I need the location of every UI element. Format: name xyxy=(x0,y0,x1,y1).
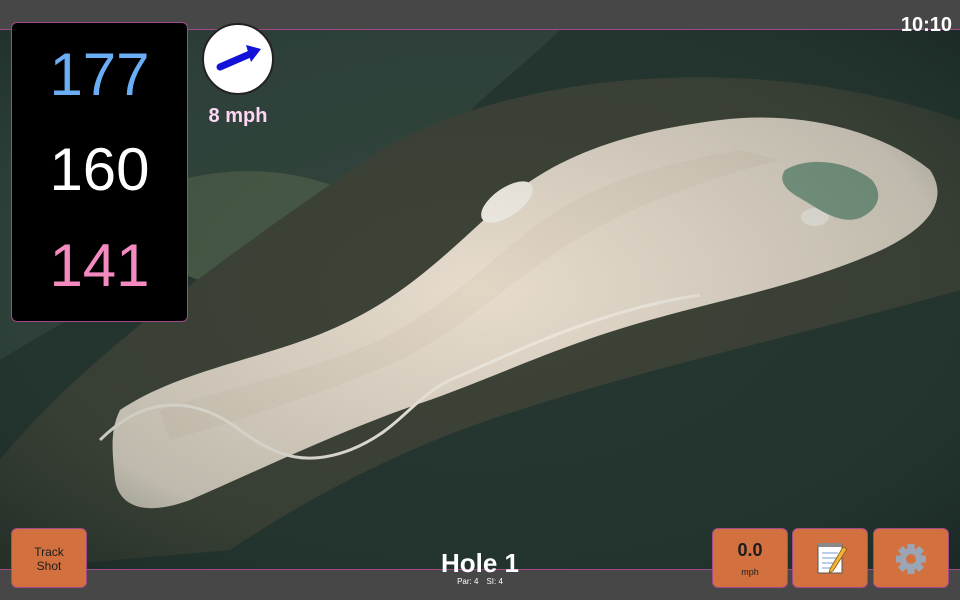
speed-button[interactable]: 0.0 mph xyxy=(712,528,788,588)
wind-speed: 8 mph xyxy=(208,105,268,127)
track-shot-button[interactable]: Track Shot xyxy=(11,528,87,588)
notes-button[interactable] xyxy=(792,528,868,588)
wind-indicator xyxy=(202,23,274,95)
hole-title: Hole 1 xyxy=(440,548,520,578)
speed-value: 0.0 xyxy=(737,540,763,560)
middle-distance: 160 xyxy=(49,136,150,203)
distance-panel: 177 160 141 xyxy=(11,22,188,322)
si-label: SI: 4 xyxy=(486,577,503,586)
speed-unit: mph xyxy=(741,567,759,577)
gear-icon xyxy=(896,544,926,574)
back-distance: 177 xyxy=(49,41,150,108)
settings-button[interactable] xyxy=(873,528,949,588)
hole-info: Par: 4 SI: 4 xyxy=(380,577,580,586)
notepad-icon xyxy=(817,543,848,574)
par-label: Par: 4 xyxy=(457,577,479,586)
clock-time: 10:10 xyxy=(900,14,952,36)
front-distance: 141 xyxy=(49,232,150,299)
arrow-right-up-icon xyxy=(216,45,261,71)
app-frame: 10:10 177 160 141 8 mph Track Shot Hole … xyxy=(0,0,960,600)
